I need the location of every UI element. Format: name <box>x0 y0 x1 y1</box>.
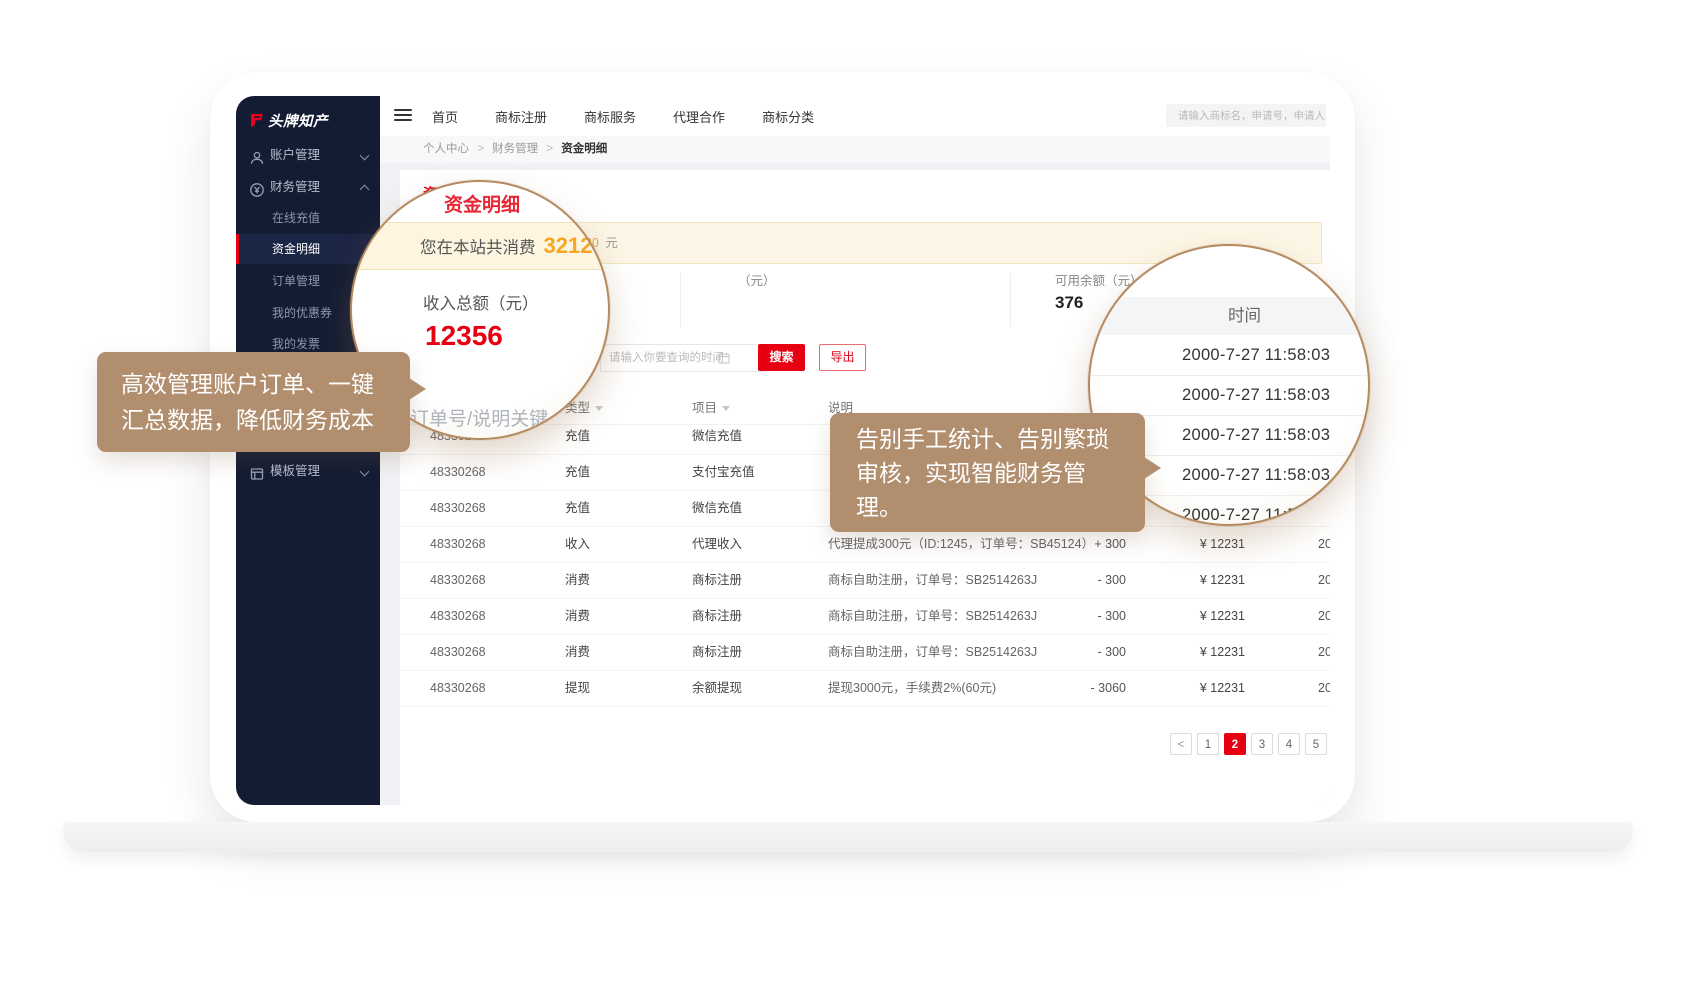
magnified-income-label: 收入总额（元） <box>423 290 539 314</box>
magnified-income-value: 12356 <box>425 320 503 352</box>
table-row: 48330268提现余额提现提现3000元，手续费2%(60元)- 3060¥ … <box>400 670 1330 707</box>
template-icon <box>249 463 265 479</box>
hamburger-menu-icon[interactable] <box>394 109 412 122</box>
stat-divider <box>1010 273 1011 327</box>
breadcrumb-item[interactable]: 个人中心 <box>423 143 469 155</box>
pagination-page-3[interactable]: 3 <box>1251 733 1273 755</box>
pagination-page-1[interactable]: 1 <box>1197 733 1219 755</box>
nav-trademark-category[interactable]: 商标分类 <box>762 107 814 126</box>
pagination: < 1 2 3 4 5 <box>1170 733 1327 755</box>
magnified-tab2-fragment: 明细 <box>558 186 590 210</box>
callout-right: 告别手工统计、告别繁琐 审核，实现智能财务管 理。 <box>830 413 1145 532</box>
export-button[interactable]: 导出 <box>819 344 866 371</box>
pagination-prev[interactable]: < <box>1170 733 1192 755</box>
magnified-time-row: 2000-7-27 11:58:03 <box>1090 375 1368 416</box>
callout-left: 高效管理账户订单、一键 汇总数据，降低财务成本 <box>97 352 410 452</box>
magnified-tab-label: 资金明细 <box>444 190 520 217</box>
magnified-order-column-header: 订单号/说明关键 <box>410 404 548 431</box>
magnified-time-row: 2000-7-27 11:58:03 <box>1090 335 1368 376</box>
logo: 头牌知产 ····· <box>248 110 374 144</box>
user-icon <box>249 147 265 163</box>
breadcrumb-current: 资金明细 <box>561 143 607 155</box>
chevron-down-icon <box>360 151 370 161</box>
callout-arrow-icon <box>1144 457 1161 479</box>
pagination-page-5[interactable]: 5 <box>1305 733 1327 755</box>
chevron-up-icon <box>360 185 370 195</box>
stat-balance-value: 376 <box>1055 293 1083 313</box>
date-query-input[interactable] <box>600 344 766 372</box>
search-button[interactable]: 搜索 <box>758 344 805 371</box>
nav-trademark-register[interactable]: 商标注册 <box>495 107 547 126</box>
pagination-page-4[interactable]: 4 <box>1278 733 1300 755</box>
magnified-consumption-amount: 32124 <box>544 233 605 258</box>
callout-arrow-icon <box>409 378 426 400</box>
laptop-base <box>63 822 1633 852</box>
magnified-banner: 您在本站共消费32124 <box>352 222 608 270</box>
finance-icon <box>249 179 265 195</box>
topbar: 首页 商标注册 商标服务 代理合作 商标分类 <box>380 96 1330 137</box>
chevron-down-icon <box>360 467 370 477</box>
breadcrumb: 个人中心 > 财务管理 > 资金明细 <box>380 136 1330 163</box>
trademark-search-input[interactable] <box>1166 104 1326 127</box>
table-row: 48330268消费商标注册商标自助注册，订单号：SB2514263J- 300… <box>400 598 1330 635</box>
sidebar-item-template[interactable]: 模板管理 <box>236 456 380 486</box>
sidebar-item-label: 财务管理 <box>270 180 320 194</box>
magnified-time-header: 时间 <box>1090 297 1368 335</box>
breadcrumb-item[interactable]: 财务管理 <box>492 143 538 155</box>
logo-icon <box>248 112 265 129</box>
stat-divider <box>680 273 681 327</box>
nav-agent-coop[interactable]: 代理合作 <box>673 107 725 126</box>
sidebar-item-account[interactable]: 账户管理 <box>236 140 380 170</box>
pagination-page-2-active[interactable]: 2 <box>1224 733 1246 755</box>
nav-home[interactable]: 首页 <box>432 107 458 126</box>
sort-caret-icon <box>722 406 730 411</box>
table-row: 48330268消费商标注册商标自助注册，订单号：SB2514263J- 300… <box>400 562 1330 599</box>
nav-trademark-service[interactable]: 商标服务 <box>584 107 636 126</box>
sidebar-item-label: 模板管理 <box>270 464 320 478</box>
stat-middle-label: （元） <box>738 270 776 289</box>
logo-title: 头牌知产 <box>268 114 328 130</box>
table-row: 48330268消费商标注册商标自助注册，订单号：SB2514263J- 300… <box>400 634 1330 671</box>
sidebar-item-label: 账户管理 <box>270 148 320 162</box>
calendar-icon[interactable] <box>718 351 730 363</box>
top-nav: 首页 商标注册 商标服务 代理合作 商标分类 <box>432 96 814 136</box>
sort-caret-icon <box>595 406 603 411</box>
sidebar-item-finance[interactable]: 财务管理 <box>236 172 380 202</box>
